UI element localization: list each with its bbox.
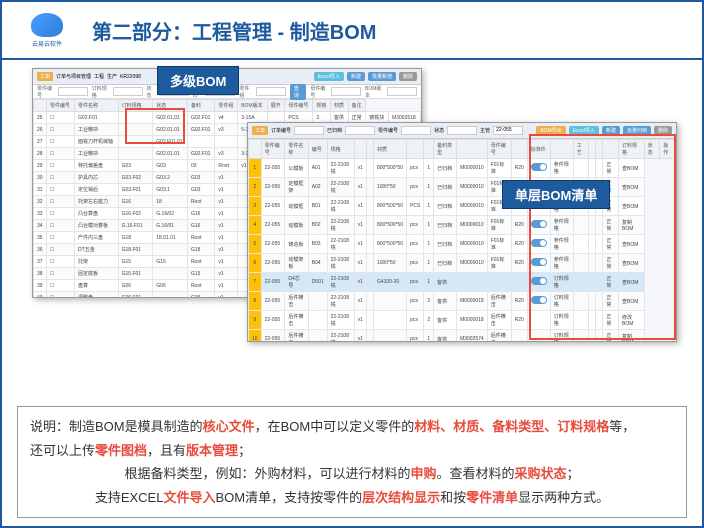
desc-line-3: 根据备料类型，例如：外购材料，可以进行材料的申购。查看材料的采购状态； [30, 462, 674, 485]
action-link[interactable]: 修改BOM [619, 311, 645, 330]
screenshot-single-bom: 工单 订单编号 已归档 零件编号 状态 主管22-055 BOM导出 Excel… [247, 122, 677, 342]
delete-button[interactable]: 删除 [399, 72, 417, 81]
description-box: 说明：制造BOM是模具制造的核心文件，在BOM中可以定义零件的材料、材质、备料类… [17, 406, 687, 518]
new-button-2[interactable]: 新建 [602, 126, 620, 135]
logo: 云易云软件 [22, 10, 72, 50]
bom-export-button[interactable]: BOM导出 [536, 126, 565, 135]
desc-line-4: 支持EXCEL文件导入BOM清单，支持按零件的层次结构显示和按零件清单显示两种方… [30, 486, 674, 509]
toggle-switch[interactable] [527, 254, 550, 273]
toggle-switch[interactable] [527, 216, 550, 235]
toggle-switch[interactable] [527, 311, 550, 330]
action-link[interactable]: 复制BOM [619, 216, 645, 235]
delete-button-2[interactable]: 删除 [654, 126, 672, 135]
table-row[interactable]: 922-055后件横击22-2108铣v1pcs2客供M0000018后件横击R… [249, 311, 676, 330]
toggle-switch[interactable] [527, 273, 550, 292]
page-title: 第二部分：工程管理 - 制造BOM [92, 16, 376, 45]
excel-import-button-2[interactable]: Excel导入 [569, 126, 599, 135]
desc-line-1: 说明：制造BOM是模具制造的核心文件，在BOM中可以定义零件的材料、材质、备料类… [30, 415, 674, 438]
table-row[interactable]: 422-055动模板B0222-2108铣v1800*500*50pcs1已归档… [249, 216, 676, 235]
new-button[interactable]: 新建 [347, 72, 365, 81]
toggle-switch[interactable] [527, 235, 550, 254]
toggle-switch[interactable] [527, 330, 550, 343]
desc-line-2: 还可以上传零件图档，且有版本管理； [30, 439, 674, 462]
table-row[interactable]: 122-055公模板A0122-2108铣v1800*500*50pcs1已归档… [249, 159, 676, 178]
toolbar-2: 工单 订单编号 已归档 零件编号 状态 主管22-055 BOM导出 Excel… [248, 123, 676, 139]
label-single-bom: 单层BOM清单 [502, 180, 610, 209]
toggle-switch[interactable] [527, 159, 550, 178]
bom-list-table: 零件编号零件名称编号规格材质备料类型母件编号标准件工艺订料规格状态操作 122-… [248, 139, 676, 342]
action-link[interactable]: 查BOM [619, 254, 645, 273]
action-link[interactable]: 查BOM [619, 159, 645, 178]
table-row[interactable]: 322-055动模框B0122-2108铣v1800*500*50PCS1已归档… [249, 197, 676, 216]
slide-header: 云易云软件 第二部分：工程管理 - 制造BOM [2, 2, 702, 60]
logo-icon [31, 13, 63, 37]
batch-button[interactable]: 批量新增 [368, 72, 396, 81]
search-button[interactable]: 查询 [290, 84, 306, 100]
excel-import-button[interactable]: Excel导入 [314, 72, 344, 81]
action-link[interactable]: 查BOM [619, 292, 645, 311]
nav-tag-2[interactable]: 工单 [252, 126, 268, 135]
table-row[interactable]: 822-055后件横击22-2108铣v1pcs2客供M0000018后件横击R… [249, 292, 676, 311]
table-row[interactable]: 622-055动模架板B0422-2108铣v11000*50pcs1已归档M0… [249, 254, 676, 273]
filter-input[interactable] [58, 87, 88, 96]
action-link[interactable]: 复制BOM [619, 330, 645, 343]
table-row[interactable]: 222-055定模框架A0222-2108铣v11000*50pcs1已归档M0… [249, 178, 676, 197]
action-link[interactable]: 查BOM [619, 273, 645, 292]
nav-tag[interactable]: 工单 [37, 72, 53, 81]
logo-text: 云易云软件 [32, 39, 62, 48]
batch-button-2[interactable]: 批量归档 [623, 126, 651, 135]
label-multi-bom: 多级BOM [157, 66, 239, 95]
toggle-switch[interactable] [527, 292, 550, 311]
action-link[interactable]: 查BOM [619, 197, 645, 216]
action-link[interactable]: 查BOM [619, 235, 645, 254]
action-link[interactable]: 查BOM [619, 178, 645, 197]
table-row[interactable]: 1022-055后件横击22-2108铣v1pcs1客供M3002574后件横击… [249, 330, 676, 343]
table-row[interactable]: 522-055铸造板B0322-2108铣v1800*500*50pcs1已归档… [249, 235, 676, 254]
table-row[interactable]: 722-055D4芯导D50122-2108铣v1G4100-20pcs1客供订… [249, 273, 676, 292]
